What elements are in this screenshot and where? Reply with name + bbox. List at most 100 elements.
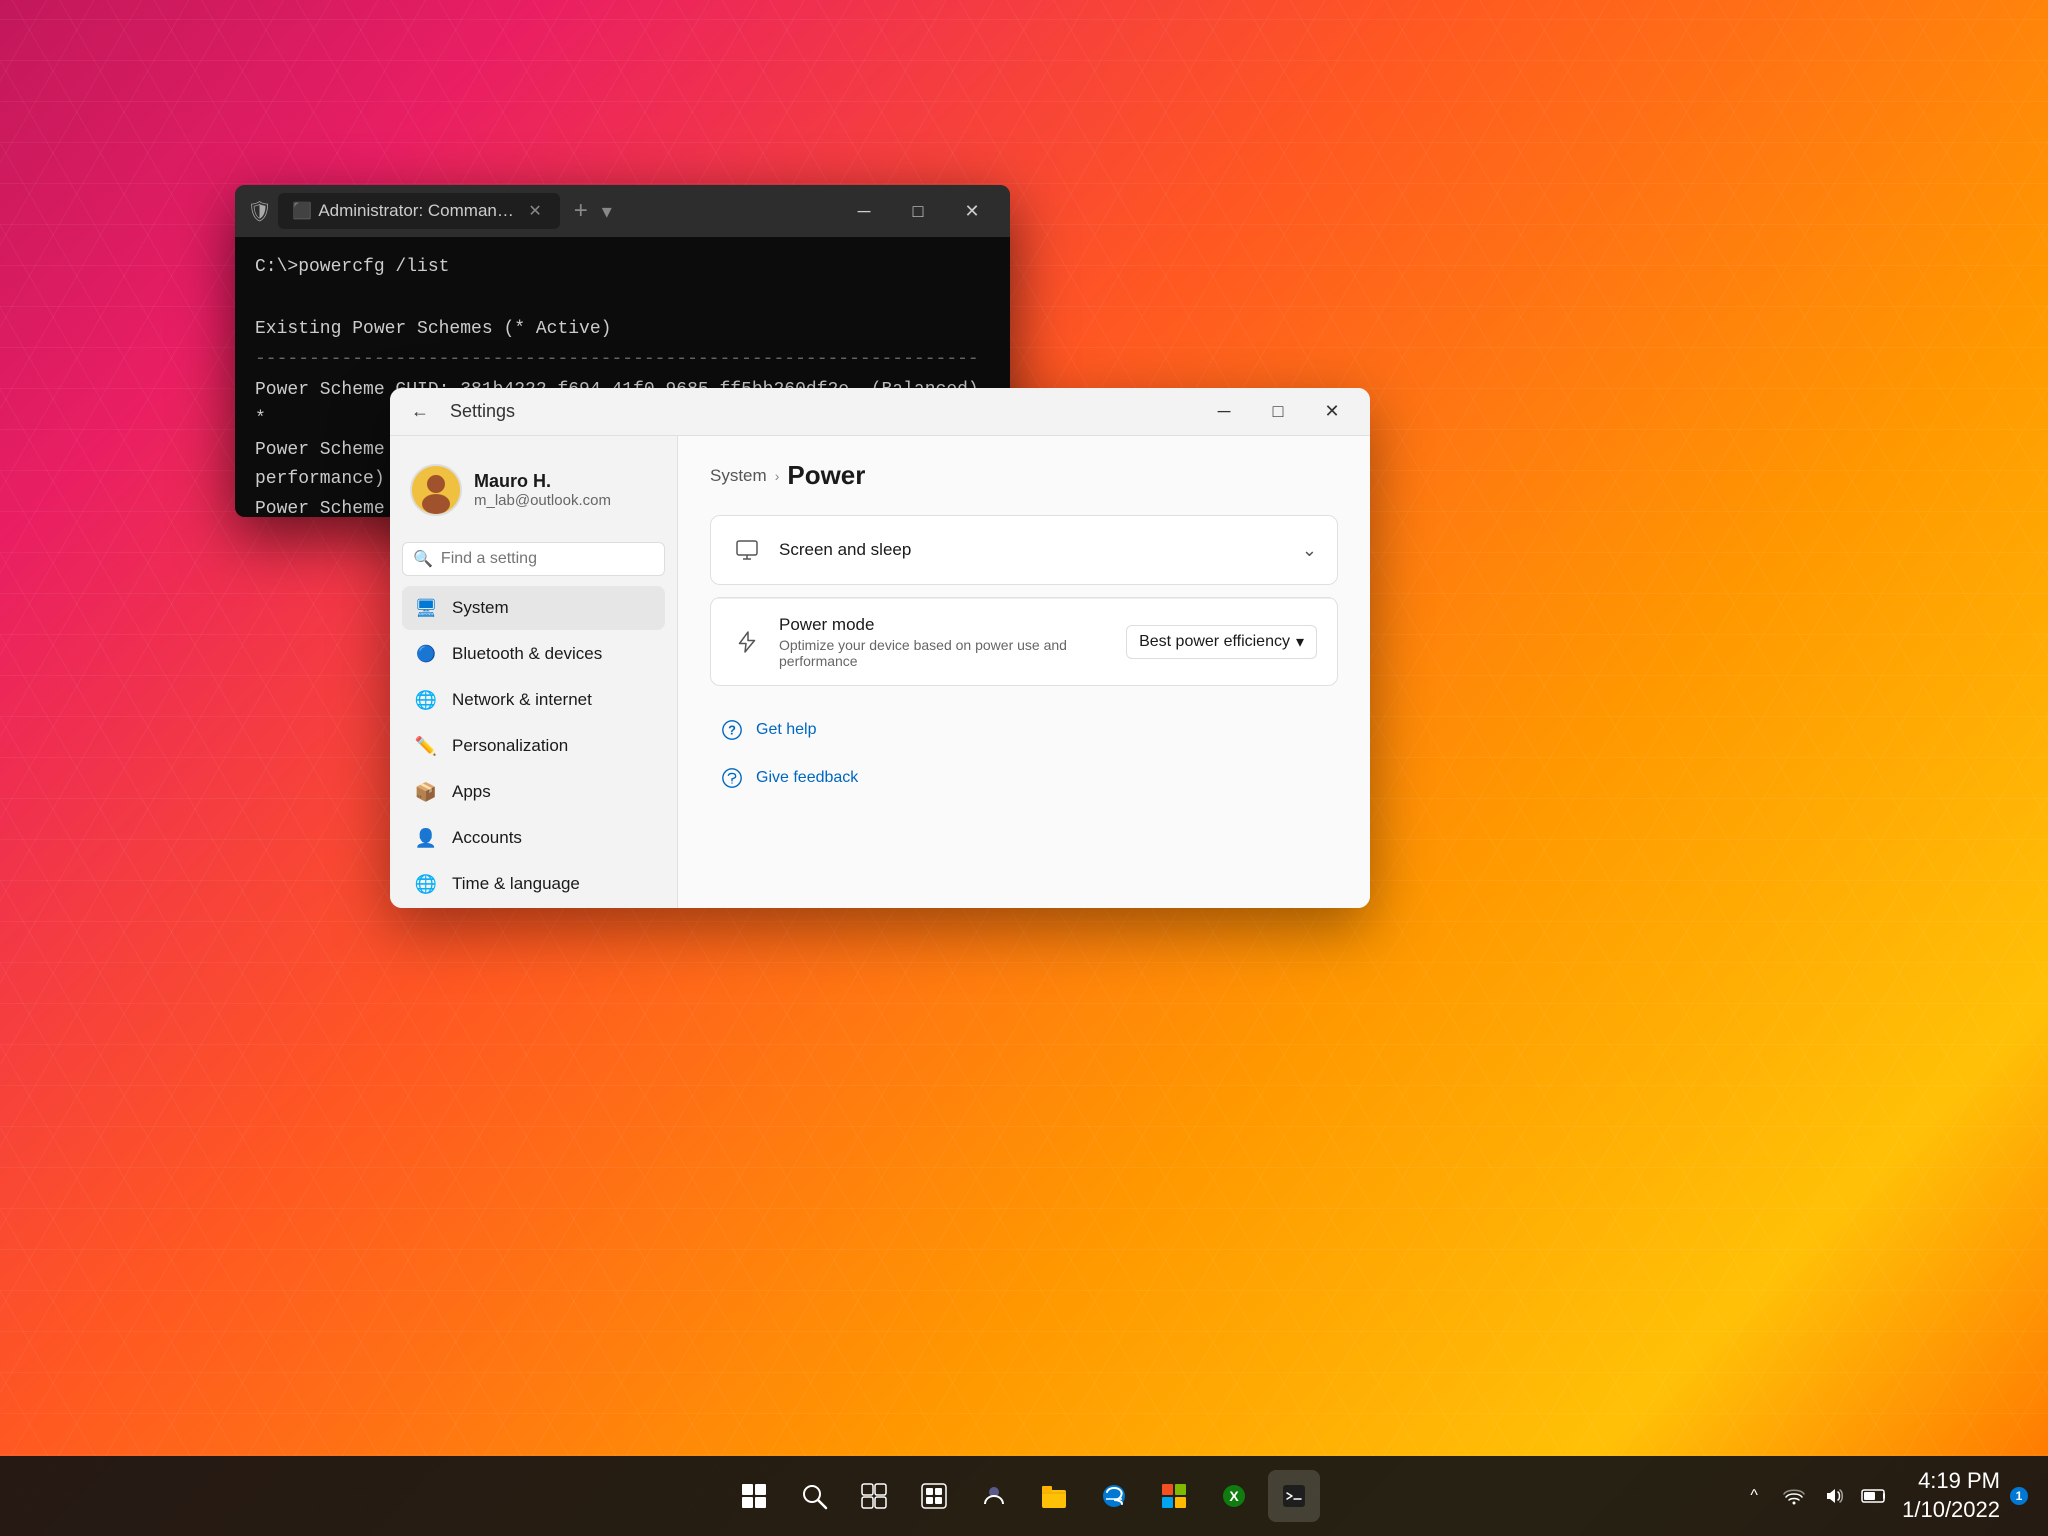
new-tab-button[interactable]: + [566,193,596,229]
help-section: ? Get help Give feedback [710,698,1338,810]
get-help-icon: ? [718,716,746,744]
power-mode-chevron: ▾ [1296,632,1304,652]
user-email: m_lab@outlook.com [474,492,611,509]
sidebar-label-apps: Apps [452,782,491,802]
terminal-button[interactable] [1268,1470,1320,1522]
cmd-tab-label: Administrator: Command Prom... [318,201,518,221]
clock-date: 1/10/2022 [1902,1496,2000,1525]
settings-window-controls: ─ □ ✕ [1198,392,1358,432]
sidebar-label-network: Network & internet [452,690,592,710]
tray-chevron[interactable]: ^ [1736,1478,1772,1514]
time-icon: 🌐 [414,872,438,896]
cmd-separator: ----------------------------------------… [255,345,990,374]
tab-dropdown-button[interactable]: ▾ [602,199,612,224]
tray-volume-icon[interactable] [1816,1478,1852,1514]
user-info: Mauro H. m_lab@outlook.com [474,471,611,509]
settings-sidebar: Mauro H. m_lab@outlook.com 🔍 🖥 System 🔵 … [390,436,678,908]
get-help-label: Get help [756,721,816,739]
search-taskbar-button[interactable] [788,1470,840,1522]
xbox-button[interactable]: X [1208,1470,1260,1522]
settings-content: System › Power Screen and sleep [678,436,1370,908]
tray-network-icon[interactable] [1776,1478,1812,1514]
sidebar-item-bluetooth[interactable]: 🔵 Bluetooth & devices [402,632,665,676]
terminal-shield-icon: 🛡 [247,199,272,224]
sidebar-item-accounts[interactable]: 👤 Accounts [402,816,665,860]
sidebar-item-time[interactable]: 🌐 Time & language [402,862,665,906]
settings-maximize-button[interactable]: □ [1252,392,1304,432]
sidebar-item-network[interactable]: 🌐 Network & internet [402,678,665,722]
personalization-icon: ✏️ [414,734,438,758]
breadcrumb: System › Power [710,460,1338,491]
cmd-line-1: C:\>powercfg /list [255,253,990,282]
chat-button[interactable] [968,1470,1020,1522]
sidebar-item-personalization[interactable]: ✏️ Personalization [402,724,665,768]
cmd-tab[interactable]: ⬛ Administrator: Command Prom... ✕ [278,193,559,229]
power-mode-card: Power mode Optimize your device based on… [710,597,1338,686]
screen-sleep-row[interactable]: Screen and sleep ⌄ [711,516,1337,584]
settings-titlebar: ← Settings ─ □ ✕ [390,388,1370,436]
taskbar: X ^ [0,1456,2048,1536]
edge-button[interactable] [1088,1470,1140,1522]
cmd-line-2 [255,284,990,313]
sidebar-label-accounts: Accounts [452,828,522,848]
screen-sleep-title: Screen and sleep [779,540,1286,560]
system-icon: 🖥 [414,596,438,620]
start-button[interactable] [728,1470,780,1522]
get-help-link[interactable]: ? Get help [710,706,1338,754]
search-icon: 🔍 [413,549,433,569]
sidebar-item-system[interactable]: 🖥 System [402,586,665,630]
power-mode-text: Power mode Optimize your device based on… [779,615,1110,669]
cmd-minimize-button[interactable]: ─ [838,191,890,231]
give-feedback-icon [718,764,746,792]
store-button[interactable] [1148,1470,1200,1522]
give-feedback-link[interactable]: Give feedback [710,754,1338,802]
cmd-tab-icon: ⬛ [292,201,312,221]
file-explorer-button[interactable] [1028,1470,1080,1522]
screen-sleep-text: Screen and sleep [779,540,1286,560]
cmd-titlebar: 🛡 ⬛ Administrator: Command Prom... ✕ + ▾… [235,185,1010,237]
notification-badge[interactable]: 1 [2010,1487,2028,1505]
power-mode-value: Best power efficiency [1139,633,1290,651]
taskbar-center: X [728,1470,1320,1522]
screen-sleep-card: Screen and sleep ⌄ [710,515,1338,585]
breadcrumb-separator: › [775,468,780,484]
clock-time: 4:19 PM [1902,1467,2000,1496]
cmd-line-3: Existing Power Schemes (* Active) [255,315,990,344]
settings-title: Settings [450,401,515,422]
user-profile[interactable]: Mauro H. m_lab@outlook.com [402,452,665,528]
clock[interactable]: 4:19 PM 1/10/2022 [1902,1467,2000,1524]
avatar [410,464,462,516]
widgets-button[interactable] [908,1470,960,1522]
power-mode-title: Power mode [779,615,1110,635]
give-feedback-label: Give feedback [756,769,858,787]
cmd-maximize-button[interactable]: □ [892,191,944,231]
bluetooth-icon: 🔵 [414,642,438,666]
sidebar-label-system: System [452,598,509,618]
screen-sleep-chevron: ⌄ [1302,540,1317,561]
task-view-button[interactable] [848,1470,900,1522]
settings-window: ← Settings ─ □ ✕ Mauro H. [390,388,1370,908]
cmd-tab-close-btn[interactable]: ✕ [524,199,545,223]
settings-minimize-button[interactable]: ─ [1198,392,1250,432]
sidebar-label-personalization: Personalization [452,736,568,756]
breadcrumb-current: Power [787,460,865,491]
search-box[interactable]: 🔍 [402,542,665,576]
apps-icon: 📦 [414,780,438,804]
user-name: Mauro H. [474,471,611,492]
sidebar-label-bluetooth: Bluetooth & devices [452,644,602,664]
sidebar-item-apps[interactable]: 📦 Apps [402,770,665,814]
tray-battery-icon[interactable] [1856,1478,1892,1514]
power-mode-desc: Optimize your device based on power use … [779,637,1110,669]
settings-body: Mauro H. m_lab@outlook.com 🔍 🖥 System 🔵 … [390,436,1370,908]
breadcrumb-parent[interactable]: System [710,466,767,486]
search-input[interactable] [441,550,654,568]
cmd-close-button[interactable]: ✕ [946,191,998,231]
power-mode-dropdown[interactable]: Best power efficiency ▾ [1126,625,1317,659]
settings-titlebar-left: ← Settings [402,394,515,430]
cmd-titlebar-left: 🛡 ⬛ Administrator: Command Prom... ✕ + ▾ [247,193,830,229]
settings-close-button[interactable]: ✕ [1306,392,1358,432]
taskbar-right: ^ [1736,1467,2028,1524]
svg-text:?: ? [728,723,736,738]
network-icon: 🌐 [414,688,438,712]
settings-back-button[interactable]: ← [402,394,438,430]
